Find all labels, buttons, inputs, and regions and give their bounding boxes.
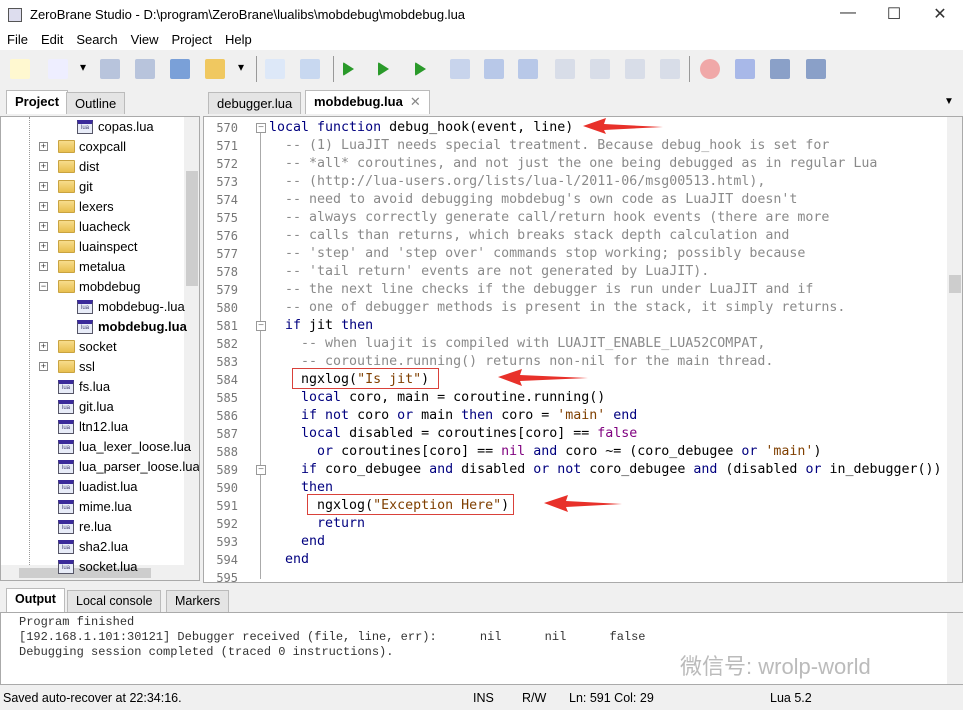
red-arrow-2: [498, 369, 588, 386]
red-arrow-1: [583, 118, 663, 134]
tab-output[interactable]: Output: [6, 588, 65, 612]
tab-close-icon[interactable]: ✕: [410, 94, 421, 109]
tab-outline[interactable]: Outline: [66, 92, 126, 114]
tab-label: debugger.lua: [217, 96, 293, 111]
tab-markers[interactable]: Markers: [166, 590, 230, 612]
red-arrow-3: [544, 495, 622, 512]
tab-label: mobdebug.lua: [314, 94, 403, 109]
tab-local-console[interactable]: Local console: [67, 590, 162, 612]
tab-debugger-lua[interactable]: debugger.lua: [208, 92, 302, 114]
tab-project[interactable]: Project: [6, 90, 69, 114]
tab-mobdebug-lua[interactable]: mobdebug.lua ✕: [305, 90, 430, 114]
